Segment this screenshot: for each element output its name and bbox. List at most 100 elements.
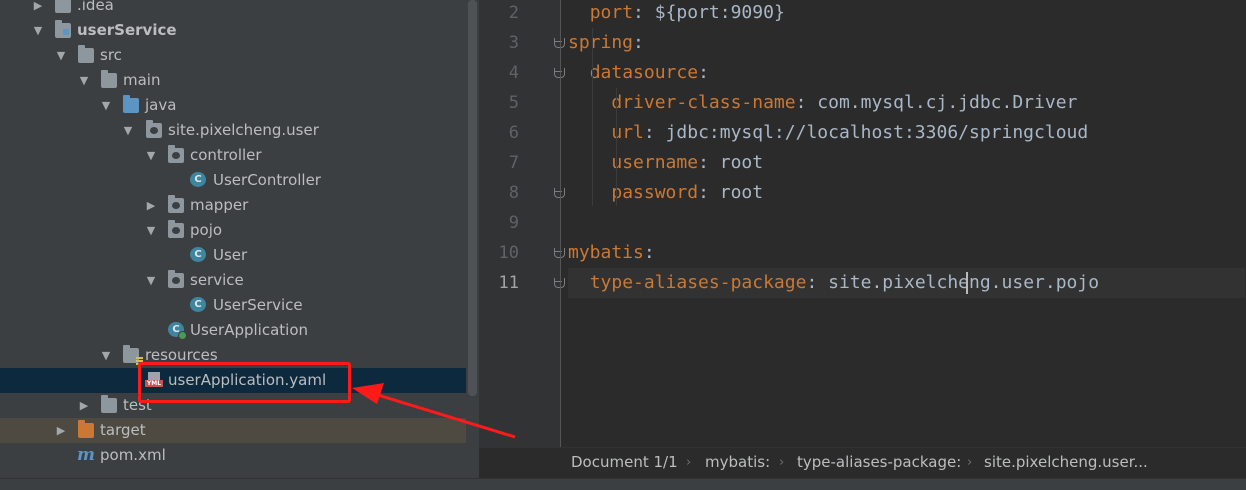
breadcrumb-separator-icon: › [686,455,692,470]
fold-marker-icon[interactable] [552,246,566,260]
tree-item-label: userService [77,21,177,39]
code-editor[interactable]: 2 3 4 5 6 7 8 9 10 11 port: ${port:9090} spring: d… [479,0,1246,490]
tree-item-java[interactable]: ▼ java [0,93,466,118]
tree-item-pom[interactable]: m pom.xml [0,443,466,468]
tree-item-mapper[interactable]: ▶ mapper [0,193,466,218]
yaml-key: type-aliases-package [589,272,807,293]
yaml-separator: : [633,32,644,53]
tree-item-controller[interactable]: ▼ controller [0,143,466,168]
tree-item-src[interactable]: ▼ src [0,43,466,68]
chevron-down-icon[interactable]: ▼ [54,43,68,68]
yaml-separator: : [698,62,709,83]
project-tree-panel: ▶ .idea ▼ userService ▼ src ▼ main ▼ jav… [0,0,479,490]
chevron-down-icon[interactable]: ▼ [144,218,158,243]
code-line[interactable]: password: root [568,178,1245,208]
code-line[interactable] [568,208,1245,238]
tree-item-user[interactable]: C User [0,243,466,268]
yaml-separator: : [643,242,655,263]
tree-item-label: controller [190,146,262,164]
tree-item-usercontroller[interactable]: C UserController [0,168,466,193]
line-number: 4 [508,63,519,83]
breadcrumb-item[interactable]: type-aliases-package: [797,448,961,477]
fold-marker-icon[interactable] [552,66,566,80]
tree-item-idea[interactable]: ▶ .idea [0,0,466,18]
chevron-down-icon[interactable]: ▼ [144,143,158,168]
yaml-separator: : [806,272,829,293]
chevron-down-icon[interactable]: ▼ [99,93,113,118]
line-number-gutter: 2 3 4 5 6 7 8 9 10 11 [479,0,565,447]
line-number: 11 [498,273,519,293]
fold-marker-icon[interactable] [552,276,566,290]
yaml-separator: : [795,92,818,113]
folder-icon [55,0,71,13]
code-line[interactable]: mybatis: [568,238,1245,268]
tree-item-label: main [123,71,161,89]
tree-item-label: service [190,271,244,289]
spring-boot-class-icon: C [168,322,187,340]
class-icon: C [190,172,206,187]
yaml-key: datasource [589,62,699,83]
package-icon [168,220,184,238]
yaml-separator: : [633,2,655,23]
yaml-key: mybatis [568,242,644,263]
tree-item-label: .idea [77,0,114,14]
tree-item-package[interactable]: ▼ site.pixelcheng.user [0,118,466,143]
yaml-value: ${port:9090} [654,2,785,23]
text-caret [966,272,968,294]
tree-item-userapplication[interactable]: C UserApplication [0,318,466,343]
yaml-value: com.mysql.cj.jdbc.Driver [817,92,1078,113]
code-line[interactable]: type-aliases-package: site.pixelcheng.us… [568,268,1245,298]
yaml-key: driver-class-name [611,92,796,113]
code-line[interactable]: username: root [568,148,1245,178]
fold-marker-icon[interactable] [552,36,566,50]
code-line[interactable]: url: jdbc:mysql://localhost:3306/springc… [568,118,1245,148]
tree-item-label: mapper [190,196,249,214]
tree-item-label: site.pixelcheng.user [168,121,319,139]
yaml-value: root [719,152,764,173]
tree-item-main[interactable]: ▼ main [0,68,466,93]
chevron-right-icon[interactable]: ▶ [77,393,91,418]
chevron-down-icon[interactable]: ▼ [121,118,135,143]
chevron-down-icon[interactable]: ▼ [31,18,45,43]
chevron-right-icon[interactable]: ▶ [144,193,158,218]
tree-bottom-bar [0,478,479,490]
line-number: 3 [508,33,519,53]
code-line[interactable]: spring: [568,28,1245,58]
breadcrumb-document: Document 1/1 [571,453,678,471]
breadcrumb-item[interactable]: mybatis: [705,448,770,477]
folder-icon [101,70,117,88]
yaml-value: site.pixelcheng.user.pojo [828,272,1100,293]
yaml-value: root [719,182,764,203]
package-icon [146,120,162,138]
line-number: 6 [508,123,519,143]
yaml-key: spring [568,32,634,53]
module-folder-icon [55,20,71,38]
class-icon: C [190,247,206,262]
code-line[interactable]: port: ${port:9090} [568,0,1245,28]
tree-item-userservice-class[interactable]: C UserService [0,293,466,318]
tree-item-service[interactable]: ▼ service [0,268,466,293]
breadcrumb-item[interactable]: site.pixelcheng.user... [984,448,1148,477]
chevron-down-icon[interactable]: ▼ [144,268,158,293]
chevron-down-icon[interactable]: ▼ [77,68,91,93]
tree-item-pojo[interactable]: ▼ pojo [0,218,466,243]
tree-scrollbar-thumb[interactable] [468,0,477,396]
breadcrumb-separator-icon: › [779,455,785,470]
tree-item-userservice[interactable]: ▼ userService [0,18,466,43]
chevron-right-icon[interactable]: ▶ [31,0,45,18]
tree-item-target[interactable]: ▶ target [0,418,479,443]
spring-badge-icon [178,331,187,340]
chevron-down-icon[interactable]: ▼ [99,343,113,368]
tree-item-label: UserApplication [190,321,309,339]
fold-marker-icon[interactable] [552,186,566,200]
yaml-key: port [589,2,634,23]
chevron-right-icon[interactable]: ▶ [54,418,68,443]
code-line[interactable]: datasource: [568,58,1245,88]
line-number: 9 [508,213,519,233]
code-line[interactable]: driver-class-name: com.mysql.cj.jdbc.Dri… [568,88,1245,118]
yaml-key: username [611,152,699,173]
